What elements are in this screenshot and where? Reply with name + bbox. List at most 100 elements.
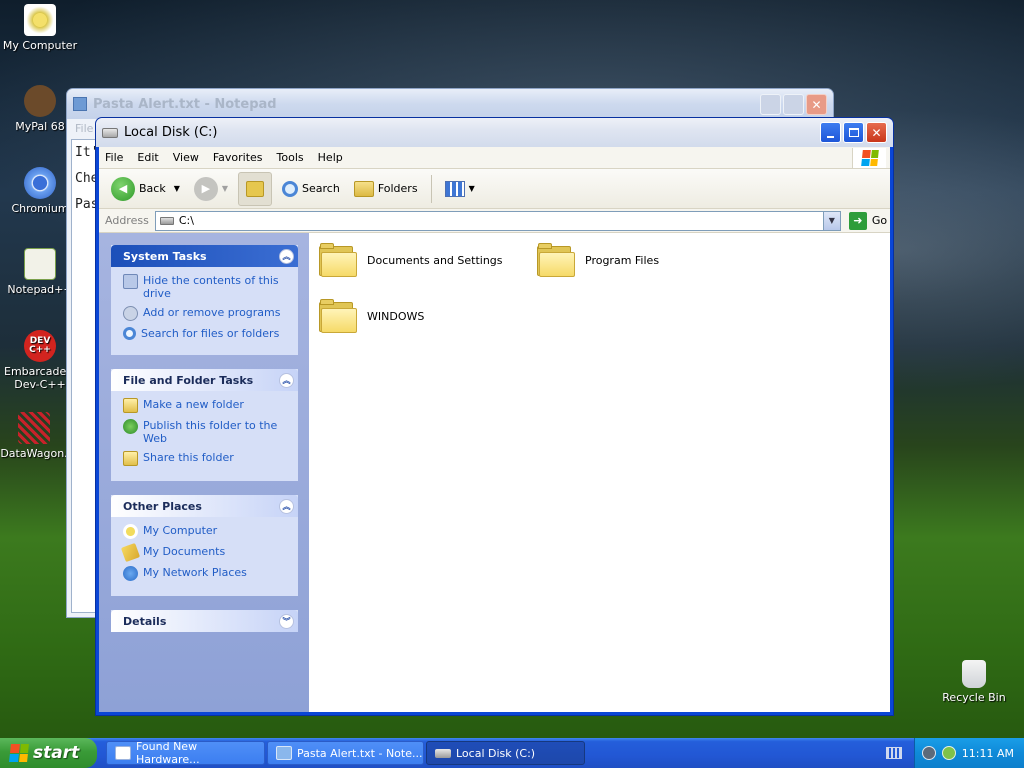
close-button[interactable]: ✕ bbox=[866, 122, 887, 143]
file-list-pane[interactable]: Documents and Settings Program Files WIN… bbox=[309, 233, 890, 712]
folders-label: Folders bbox=[377, 182, 418, 195]
chevron-down-icon: ▼ bbox=[468, 184, 475, 193]
address-input[interactable]: C:\ ▼ bbox=[154, 210, 841, 231]
up-folder-icon bbox=[246, 180, 265, 197]
file-folder-tasks-header[interactable]: File and Folder Tasks ︽ bbox=[111, 369, 298, 391]
close-button[interactable]: ✕ bbox=[806, 94, 827, 115]
tray-shield-icon[interactable] bbox=[921, 746, 936, 760]
clock[interactable]: 11:11 AM bbox=[962, 747, 1014, 760]
taskbar-button-label: Pasta Alert.txt - Note... bbox=[297, 746, 423, 760]
task-make-new-folder[interactable]: Make a new folder bbox=[123, 398, 290, 413]
task-hide-drive-contents[interactable]: Hide the contents of this drive bbox=[123, 274, 290, 300]
search-icon bbox=[282, 180, 299, 197]
recycle-bin-icon bbox=[962, 660, 986, 688]
explorer-menubar: File Edit View Favorites Tools Help bbox=[99, 147, 890, 169]
menu-favorites[interactable]: Favorites bbox=[213, 151, 263, 164]
details-header[interactable]: Details ︾ bbox=[111, 610, 298, 632]
file-folder-tasks-panel: File and Folder Tasks ︽ Make a new folde… bbox=[111, 369, 298, 481]
folder-icon bbox=[537, 243, 575, 277]
minimize-button[interactable] bbox=[820, 122, 841, 143]
desktop-icon-datawagon[interactable]: DataWagon. bbox=[0, 412, 74, 460]
explorer-titlebar[interactable]: Local Disk (C:) ✕ bbox=[96, 118, 893, 147]
place-my-network-places[interactable]: My Network Places bbox=[123, 566, 290, 581]
up-folder-button[interactable] bbox=[238, 171, 273, 206]
folder-item[interactable]: Program Files bbox=[537, 243, 659, 277]
start-button[interactable]: start bbox=[0, 738, 97, 768]
other-places-panel: Other Places ︽ My Computer My Documents bbox=[111, 495, 298, 596]
other-places-header[interactable]: Other Places ︽ bbox=[111, 495, 298, 517]
system-tasks-panel: System Tasks ︽ Hide the contents of this… bbox=[111, 245, 298, 355]
menu-tools[interactable]: Tools bbox=[277, 151, 304, 164]
keyboard-icon[interactable] bbox=[886, 747, 902, 759]
folders-icon bbox=[353, 180, 374, 197]
my-documents-icon bbox=[120, 542, 141, 563]
expand-chevron-icon[interactable]: ︾ bbox=[279, 613, 294, 629]
maximize-button[interactable] bbox=[843, 122, 864, 143]
folder-icon bbox=[319, 243, 357, 277]
explorer-window[interactable]: Local Disk (C:) ✕ File Edit View Favorit… bbox=[95, 117, 894, 716]
notepad-menu-file[interactable]: File bbox=[75, 122, 93, 135]
minimize-button[interactable] bbox=[760, 94, 781, 115]
tray-network-icon[interactable] bbox=[941, 746, 956, 760]
share-folder-icon bbox=[123, 451, 138, 466]
chevron-down-icon[interactable]: ▼ bbox=[174, 184, 180, 193]
address-value: C:\ bbox=[178, 214, 194, 227]
drive-icon bbox=[159, 216, 174, 225]
go-label: Go bbox=[871, 214, 888, 227]
close-icon: ✕ bbox=[871, 125, 882, 140]
collapse-chevron-icon[interactable]: ︽ bbox=[279, 372, 294, 388]
task-share-folder[interactable]: Share this folder bbox=[123, 451, 290, 466]
go-button[interactable]: ➜ Go bbox=[848, 211, 888, 230]
folder-item[interactable]: WINDOWS bbox=[319, 299, 424, 333]
datawagon-icon bbox=[18, 412, 50, 444]
add-remove-programs-icon bbox=[123, 306, 138, 321]
place-label: My Documents bbox=[143, 545, 226, 558]
views-icon bbox=[444, 180, 465, 197]
search-icon bbox=[123, 327, 136, 340]
menu-file[interactable]: File bbox=[105, 151, 123, 164]
menu-edit[interactable]: Edit bbox=[137, 151, 158, 164]
task-search-files[interactable]: Search for files or folders bbox=[123, 327, 290, 340]
taskbar-button-label: Local Disk (C:) bbox=[456, 746, 536, 760]
place-my-documents[interactable]: My Documents bbox=[120, 542, 290, 563]
search-button[interactable]: Search bbox=[278, 179, 344, 199]
task-label: Share this folder bbox=[143, 451, 234, 464]
notepad-titlebar[interactable]: Pasta Alert.txt - Notepad ✕ bbox=[67, 89, 833, 119]
taskbar-button-found-new-hardware[interactable]: Found New Hardware... bbox=[106, 740, 265, 766]
forward-button[interactable]: ▶ ▼ bbox=[190, 175, 232, 203]
details-title: Details bbox=[123, 614, 167, 628]
taskbar-button-local-disk[interactable]: Local Disk (C:) bbox=[426, 741, 585, 765]
task-label: Make a new folder bbox=[143, 398, 244, 411]
collapse-chevron-icon[interactable]: ︽ bbox=[279, 248, 294, 264]
address-bar: Address C:\ ▼ ➜ Go bbox=[99, 209, 890, 233]
folder-label: Program Files bbox=[585, 253, 660, 267]
chevron-down-icon[interactable]: ▼ bbox=[222, 184, 228, 193]
address-dropdown-button[interactable]: ▼ bbox=[822, 211, 840, 230]
task-pane: System Tasks ︽ Hide the contents of this… bbox=[99, 233, 309, 712]
folder-item[interactable]: Documents and Settings bbox=[319, 243, 503, 277]
address-label: Address bbox=[105, 214, 149, 227]
notepadpp-icon bbox=[24, 248, 56, 280]
new-folder-icon bbox=[123, 398, 138, 413]
mypal-icon bbox=[24, 85, 56, 117]
maximize-button[interactable] bbox=[783, 94, 804, 115]
maximize-icon bbox=[848, 128, 859, 137]
taskbar-button-notepad[interactable]: Pasta Alert.txt - Note... bbox=[267, 741, 424, 765]
notepad-icon bbox=[276, 746, 292, 760]
collapse-chevron-icon[interactable]: ︽ bbox=[279, 498, 294, 514]
desktop-icon-label: My Computer bbox=[2, 39, 78, 52]
folders-button[interactable]: Folders bbox=[350, 179, 422, 199]
desktop-icon-label: Recycle Bin bbox=[942, 691, 1006, 704]
place-my-computer[interactable]: My Computer bbox=[123, 524, 290, 539]
system-tasks-header[interactable]: System Tasks ︽ bbox=[111, 245, 298, 267]
views-button[interactable]: ▼ bbox=[441, 179, 479, 199]
back-button[interactable]: ◀ Back ▼ bbox=[107, 175, 184, 203]
task-add-remove-programs[interactable]: Add or remove programs bbox=[123, 306, 290, 321]
menu-view[interactable]: View bbox=[173, 151, 199, 164]
menu-help[interactable]: Help bbox=[318, 151, 343, 164]
task-publish-to-web[interactable]: Publish this folder to the Web bbox=[123, 419, 290, 445]
desktop-icon-recycle-bin[interactable]: Recycle Bin bbox=[934, 660, 1014, 704]
notepad-title: Pasta Alert.txt - Notepad bbox=[93, 96, 277, 112]
desktop-icon-my-computer[interactable]: My Computer bbox=[0, 4, 80, 52]
show-contents-icon bbox=[123, 274, 138, 289]
